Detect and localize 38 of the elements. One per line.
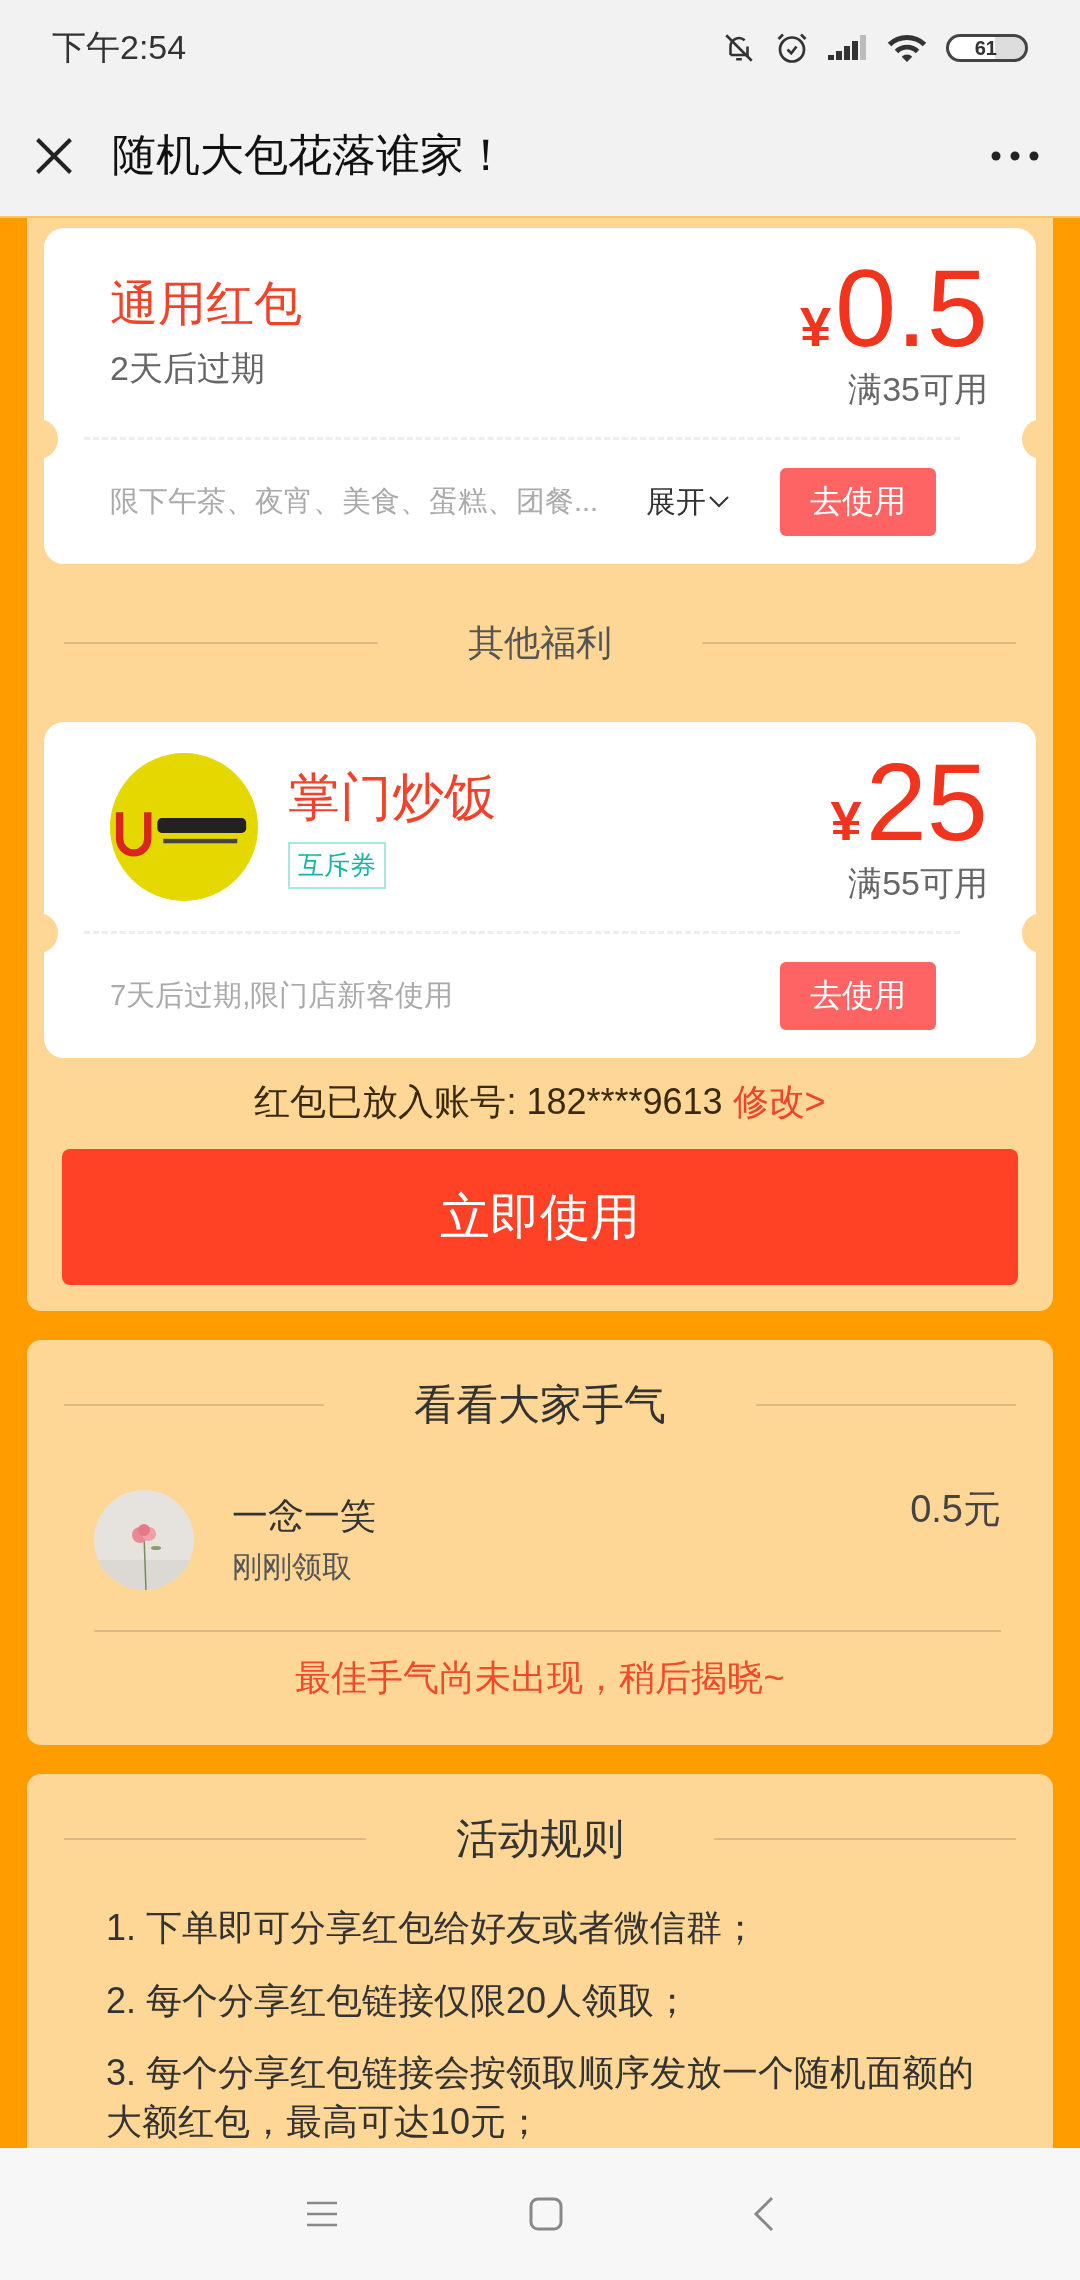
battery-icon: 61 bbox=[945, 33, 1028, 62]
coupon-tag: 互斥券 bbox=[288, 841, 386, 889]
back-icon[interactable] bbox=[753, 2196, 775, 2232]
coupon-title: 掌门炒饭 bbox=[288, 767, 496, 829]
shop-logo-icon bbox=[110, 752, 258, 901]
use-button[interactable]: 去使用 bbox=[780, 468, 936, 536]
coupon-amount: 25 bbox=[865, 746, 988, 857]
home-icon[interactable] bbox=[529, 2197, 563, 2231]
menu-icon[interactable] bbox=[305, 2199, 339, 2229]
currency-symbol: ¥ bbox=[830, 787, 862, 853]
rule-text: 2. 每个分享红包链接仅限20人领取； bbox=[105, 1978, 692, 2023]
user-name: 一念一笑 bbox=[232, 1494, 377, 1538]
section-heading: 活动规则 bbox=[456, 1814, 624, 1864]
signal-icon bbox=[827, 32, 868, 63]
rule-text: 1. 下单即可分享红包给好友或者微信群； bbox=[105, 1906, 760, 1950]
more-icon[interactable] bbox=[990, 149, 1040, 162]
coupon-title: 通用红包 bbox=[110, 276, 302, 333]
expiry-text: 2天后过期 bbox=[110, 347, 265, 389]
rule-text: 3. 每个分享红包链接会按领取顺序发放一个随机面额的大额红包，最高可达10元； bbox=[105, 2051, 976, 2144]
usage-condition: 满35可用 bbox=[848, 368, 988, 410]
claim-amount: 0.5元 bbox=[910, 1487, 1001, 1532]
coupon-note: 7天后过期,限门店新客使用 bbox=[110, 978, 455, 1013]
claim-time: 刚刚领取 bbox=[232, 1549, 353, 1585]
expand-button[interactable]: 展开 bbox=[646, 481, 730, 523]
use-now-button[interactable]: 立即使用 bbox=[62, 1149, 1018, 1285]
account-text: 红包已放入账号: 182****9613 bbox=[254, 1081, 723, 1122]
status-time: 下午2:54 bbox=[52, 26, 187, 68]
use-button[interactable]: 去使用 bbox=[780, 962, 936, 1030]
best-luck-notice: 最佳手气尚未出现，稍后揭晓~ bbox=[294, 1656, 786, 1700]
usage-condition: 满55可用 bbox=[848, 862, 988, 904]
coupon-amount: 0.5 bbox=[835, 252, 988, 363]
chevron-down-icon bbox=[708, 495, 730, 509]
edit-link[interactable]: 修改> bbox=[732, 1081, 826, 1122]
page-title: 随机大包花落谁家！ bbox=[112, 129, 509, 181]
section-heading: 看看大家手气 bbox=[414, 1380, 666, 1430]
section-heading: 其他福利 bbox=[468, 620, 612, 665]
coupon-note: 限下午茶、夜宵、美食、蛋糕、团餐... bbox=[110, 484, 600, 519]
currency-symbol: ¥ bbox=[799, 293, 832, 359]
